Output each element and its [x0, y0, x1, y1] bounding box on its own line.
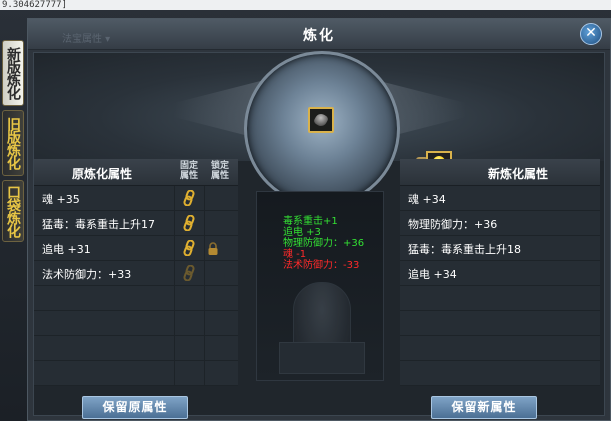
fixed-attribute-column-header: 固定属性 — [179, 161, 198, 181]
original-attribute-row: 追电 +31 — [34, 236, 238, 261]
attribute-change-line: 物理防御力：+36 — [283, 238, 365, 249]
new-attribute-row — [400, 336, 600, 361]
original-attribute-text: 追电 +31 — [42, 243, 91, 256]
chain-link-icon[interactable] — [182, 214, 196, 232]
original-attribute-text: 魂 +35 — [42, 193, 80, 206]
tab-new-refine-label: 新版炼化 — [5, 47, 21, 99]
original-attribute-text: 猛毒：毒系重击上升17 — [42, 218, 155, 231]
chain-link-icon[interactable] — [182, 264, 196, 282]
chain-link-icon[interactable] — [182, 239, 196, 257]
attribute-change-panel: 毒系重击+1 追电 +3 物理防御力：+36 魂 -1 法术防御力：-33 — [256, 191, 384, 381]
refine-content: 原炼化属性 固定属性 锁定属性 魂 +35 猛毒：毒系重击上升17 追电 +31 法术… — [33, 51, 605, 419]
original-attribute-row — [34, 336, 238, 361]
keep-original-button[interactable]: 保留原属性 — [82, 396, 188, 419]
refine-window: 法宝属性 ▾ 炼化 ✕ 原炼化属性 固定属性 锁定属性 魂 +35 猛毒：毒系重击… — [27, 18, 611, 421]
tab-pocket-refine-label: 口袋炼化 — [5, 185, 21, 237]
new-attribute-row: 物理防御力：+36 — [400, 211, 600, 236]
new-attributes-title: 新炼化属性 — [488, 167, 549, 181]
new-attribute-row — [400, 361, 600, 386]
new-attributes-list: 魂 +34 物理防御力：+36 猛毒：毒系重击上升18 追电 +34 — [400, 186, 600, 386]
lock-attribute-column-header: 锁定属性 — [210, 161, 229, 181]
original-attribute-row — [34, 361, 238, 386]
new-attribute-row — [400, 286, 600, 311]
gem-item-graphic — [312, 111, 330, 129]
new-attribute-row: 魂 +34 — [400, 186, 600, 211]
keep-new-button[interactable]: 保留新属性 — [431, 396, 537, 419]
new-attributes-panel: 新炼化属性 魂 +34 物理防御力：+36 猛毒：毒系重击上升18 追电 +34 — [400, 159, 600, 386]
totem-base-decoration — [279, 342, 365, 374]
window-title: 炼化 — [303, 28, 335, 44]
top-strip-text: 9.304627777] — [0, 0, 611, 10]
lock-icon[interactable] — [206, 241, 220, 255]
original-attributes-header: 原炼化属性 固定属性 锁定属性 — [34, 159, 238, 186]
original-attributes-list: 魂 +35 猛毒：毒系重击上升17 追电 +31 法术防御力：+33 — [34, 186, 238, 386]
new-attribute-text: 追电 +34 — [408, 268, 457, 281]
attribute-change-line: 追电 +3 — [283, 227, 321, 238]
new-attribute-text: 魂 +34 — [408, 193, 446, 206]
tab-old-refine[interactable]: 旧版炼化 — [2, 110, 24, 176]
original-attribute-row: 猛毒：毒系重击上升17 — [34, 211, 238, 236]
original-attribute-row: 法术防御力：+33 — [34, 261, 238, 286]
new-attribute-row: 猛毒：毒系重击上升18 — [400, 236, 600, 261]
original-attributes-panel: 原炼化属性 固定属性 锁定属性 魂 +35 猛毒：毒系重击上升17 追电 +31 法术… — [34, 159, 238, 386]
close-icon[interactable]: ✕ — [580, 23, 602, 45]
attribute-change-line: 毒系重击+1 — [283, 216, 338, 227]
new-attribute-row: 追电 +34 — [400, 261, 600, 286]
tab-old-refine-label: 旧版炼化 — [5, 117, 21, 169]
attribute-change-line: 法术防御力：-33 — [283, 260, 360, 271]
title-bar[interactable]: 法宝属性 ▾ 炼化 ✕ — [28, 19, 610, 50]
gem-item-icon[interactable] — [308, 107, 334, 133]
attribute-change-line: 魂 -1 — [283, 249, 307, 260]
original-attributes-title: 原炼化属性 — [72, 167, 133, 181]
new-attribute-text: 物理防御力：+36 — [408, 218, 498, 231]
new-attributes-header: 新炼化属性 — [400, 159, 600, 186]
attribute-change-list: 毒系重击+1 追电 +3 物理防御力：+36 魂 -1 法术防御力：-33 — [283, 216, 364, 271]
original-attribute-row — [34, 286, 238, 311]
original-attribute-row — [34, 311, 238, 336]
new-attribute-text: 猛毒：毒系重击上升18 — [408, 243, 521, 256]
chain-link-icon[interactable] — [182, 189, 196, 207]
original-attribute-row: 魂 +35 — [34, 186, 238, 211]
original-attribute-text: 法术防御力：+33 — [42, 268, 132, 281]
tab-pocket-refine[interactable]: 口袋炼化 — [2, 180, 24, 242]
tab-new-refine[interactable]: 新版炼化 — [2, 40, 24, 106]
new-attribute-row — [400, 311, 600, 336]
